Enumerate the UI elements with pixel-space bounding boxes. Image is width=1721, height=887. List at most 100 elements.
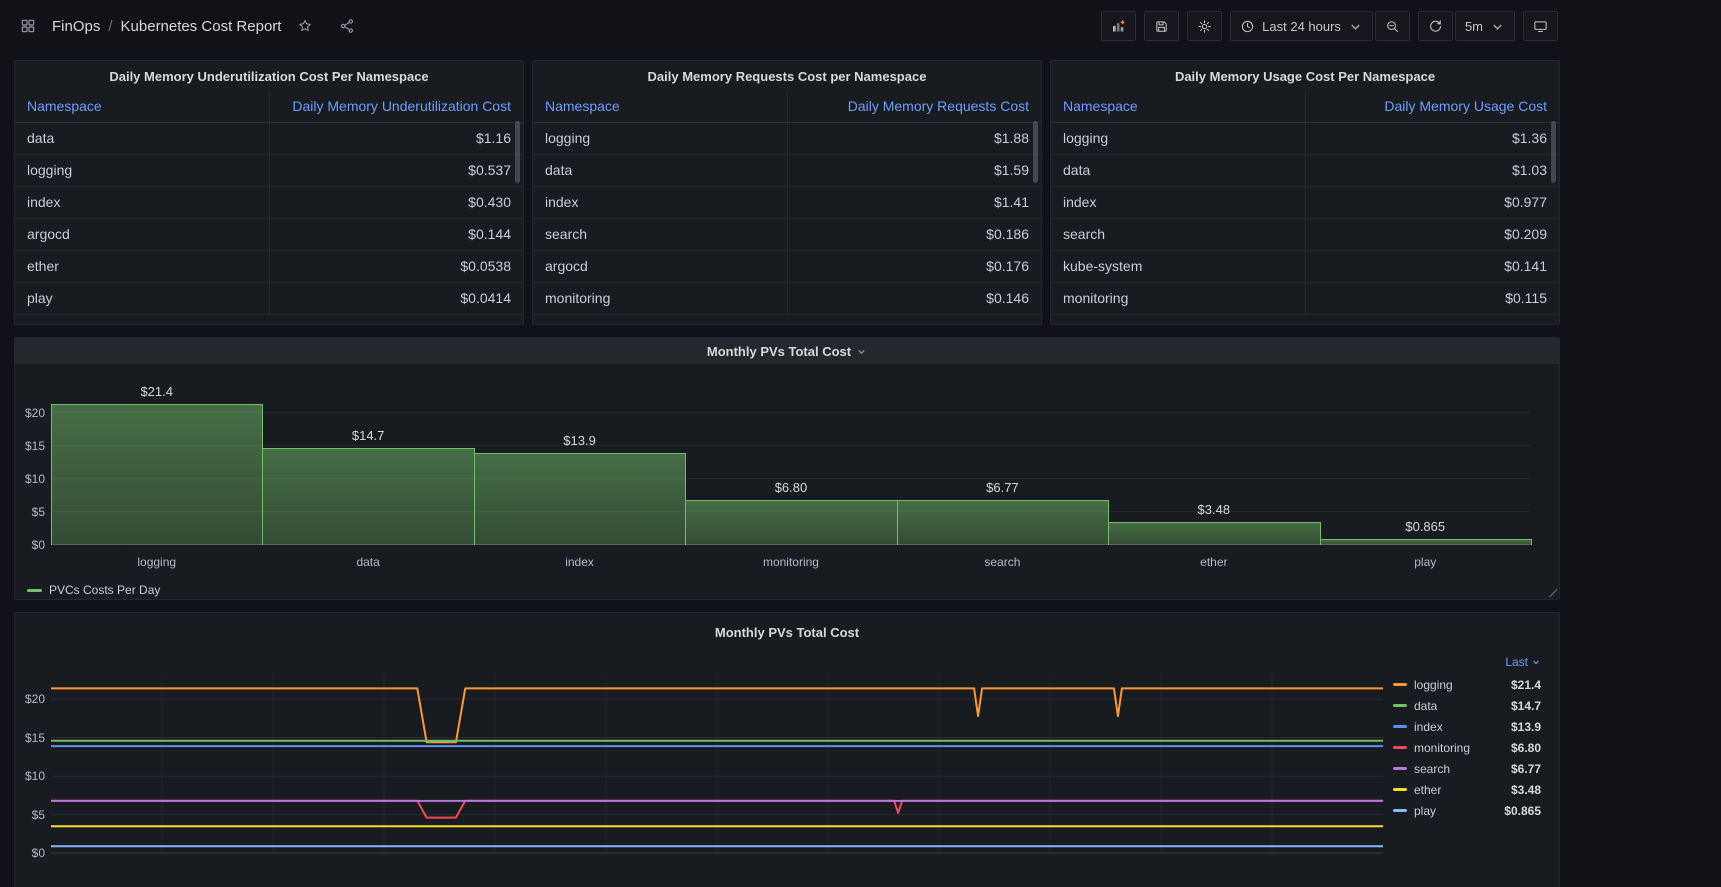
- legend-item-ether[interactable]: ether $3.48: [1393, 779, 1541, 800]
- add-panel-button[interactable]: [1101, 11, 1137, 41]
- time-controls: Last 24 hours: [1230, 11, 1410, 41]
- legend-item-logging[interactable]: logging $21.4: [1393, 674, 1541, 695]
- zoom-out-button[interactable]: [1374, 11, 1410, 41]
- table-header-row: Namespace Daily Memory Usage Cost: [1051, 91, 1559, 123]
- column-header-cost[interactable]: Daily Memory Usage Cost: [1305, 91, 1559, 123]
- panel-header-menu[interactable]: Monthly PVs Total Cost: [15, 338, 1559, 364]
- panel-title[interactable]: Daily Memory Usage Cost Per Namespace: [1051, 61, 1559, 91]
- y-axis-tick-label: $15: [24, 730, 45, 745]
- save-icon: [1156, 20, 1167, 32]
- cost-cell: $0.115: [1305, 282, 1559, 315]
- table-row: logging $1.88: [533, 122, 1041, 155]
- bar-value-label: $13.9: [563, 433, 596, 449]
- legend-series-name: data: [1414, 698, 1438, 713]
- panel-title[interactable]: Monthly PVs Total Cost: [15, 625, 1559, 640]
- table-row: index $1.41: [533, 186, 1041, 219]
- gridline: [51, 510, 1531, 512]
- bar-legend-item[interactable]: PVCs Costs Per Day: [27, 583, 160, 597]
- column-header-cost[interactable]: Daily Memory Requests Cost: [787, 91, 1041, 123]
- namespace-cell: logging: [533, 122, 788, 155]
- panel-resize-handle[interactable]: [1548, 588, 1557, 597]
- x-axis-category-label: ether: [1200, 555, 1228, 569]
- namespace-cell: data: [533, 154, 788, 187]
- dashboard-settings-button[interactable]: [1187, 11, 1223, 41]
- legend-sort-header[interactable]: Last: [1393, 653, 1541, 671]
- bar-category: $0.865: [1319, 395, 1532, 545]
- cost-cell: $1.36: [1305, 122, 1559, 155]
- column-header-namespace[interactable]: Namespace: [1051, 91, 1306, 123]
- top-nav: FinOps / Kubernetes Cost Report Last 24 …: [0, 0, 1574, 52]
- legend-item-index[interactable]: index $13.9: [1393, 716, 1541, 737]
- legend-swatch: [1393, 788, 1407, 791]
- y-axis-tick-label: $20: [24, 405, 45, 420]
- bar-category: $3.48: [1108, 395, 1321, 545]
- cost-cell: $0.430: [269, 186, 523, 219]
- bar-plot-area[interactable]: $21.4 $14.7 $13.9 $6.80 $6.77 $3.48 $0.865 $0 $…: [25, 384, 1532, 552]
- save-dashboard-button[interactable]: [1144, 11, 1180, 41]
- table-row: monitoring $0.115: [1051, 282, 1559, 315]
- legend-last-value: $13.9: [1510, 719, 1541, 734]
- legend-item-data[interactable]: data $14.7: [1393, 695, 1541, 716]
- breadcrumb-dashboard-title[interactable]: Kubernetes Cost Report: [121, 18, 282, 35]
- x-axis-category-label: search: [984, 555, 1021, 569]
- legend-last-value: $0.865: [1504, 803, 1541, 818]
- chevron-down-icon: [1493, 24, 1502, 30]
- legend-item-monitoring[interactable]: monitoring $6.80: [1393, 737, 1541, 758]
- line-plot-area[interactable]: $0 $5 $10 $15 $20: [25, 673, 1383, 860]
- table-panel-memory-underutilization: Daily Memory Underutilization Cost Per N…: [14, 60, 524, 325]
- add-panel-icon: [1113, 19, 1125, 31]
- gridline: [51, 544, 1531, 545]
- cost-cell: $0.537: [269, 154, 523, 187]
- time-range-picker-button[interactable]: Last 24 hours: [1230, 11, 1373, 41]
- namespace-cell: argocd: [15, 218, 270, 251]
- table-panel-memory-requests: Daily Memory Requests Cost per Namespace…: [532, 60, 1042, 325]
- legend-series-name: index: [1414, 719, 1443, 734]
- table-row: data $1.16: [15, 122, 523, 155]
- tv-mode-button[interactable]: [1523, 11, 1558, 41]
- panel-title[interactable]: Daily Memory Underutilization Cost Per N…: [15, 61, 523, 91]
- y-axis-tick-label: $15: [24, 438, 45, 453]
- namespace-cell: index: [1051, 186, 1306, 219]
- table-row: monitoring $0.146: [533, 282, 1041, 315]
- legend-last-value: $6.77: [1510, 761, 1541, 776]
- bar: [473, 453, 687, 545]
- column-header-namespace[interactable]: Namespace: [533, 91, 788, 123]
- panel-title[interactable]: Daily Memory Requests Cost per Namespace: [533, 61, 1041, 91]
- favorite-star-icon[interactable]: [293, 14, 317, 38]
- share-icon[interactable]: [335, 14, 359, 38]
- cost-cell: $1.16: [269, 122, 523, 155]
- bar: [685, 500, 898, 545]
- breadcrumb-folder-link[interactable]: FinOps: [52, 18, 100, 35]
- zoom-out-icon: [1387, 20, 1398, 32]
- table-scrollbar[interactable]: [1033, 121, 1038, 183]
- bar: [51, 403, 264, 545]
- table-scrollbar[interactable]: [1551, 121, 1556, 183]
- x-axis-category-label: monitoring: [762, 555, 819, 569]
- dashboard-grid: Daily Memory Underutilization Cost Per N…: [0, 52, 1574, 887]
- column-header-cost[interactable]: Daily Memory Underutilization Cost: [269, 91, 523, 123]
- column-header-namespace[interactable]: Namespace: [15, 91, 270, 123]
- apps-grid-icon[interactable]: [16, 14, 40, 38]
- namespace-cell: play: [15, 282, 270, 315]
- refresh-interval-label: 5m: [1464, 18, 1483, 34]
- namespace-cell: index: [533, 186, 788, 219]
- table-row: search $0.186: [533, 218, 1041, 251]
- bar-legend-label: PVCs Costs Per Day: [49, 583, 161, 597]
- refresh-button[interactable]: [1417, 11, 1453, 41]
- y-axis-tick-label: $0: [31, 538, 45, 552]
- legend-series-name: ether: [1414, 782, 1442, 797]
- legend-item-search[interactable]: search $6.77: [1393, 758, 1541, 779]
- table-row: logging $1.36: [1051, 122, 1559, 155]
- namespace-cell: argocd: [533, 250, 788, 283]
- cost-cell: $1.03: [1305, 154, 1559, 187]
- namespace-cell: search: [533, 218, 788, 251]
- legend-swatch: [1393, 767, 1407, 770]
- x-axis-category-label: index: [565, 555, 594, 569]
- legend-item-play[interactable]: play $0.865: [1393, 800, 1541, 821]
- legend-series-name: monitoring: [1414, 740, 1471, 755]
- cost-cell: $0.186: [787, 218, 1041, 251]
- refresh-interval-picker[interactable]: 5m: [1454, 11, 1515, 41]
- legend-last-value: $21.4: [1510, 677, 1541, 692]
- table-body: logging $1.36 data $1.03 index $0.977 search $0…: [1051, 122, 1559, 315]
- table-scrollbar[interactable]: [515, 121, 520, 183]
